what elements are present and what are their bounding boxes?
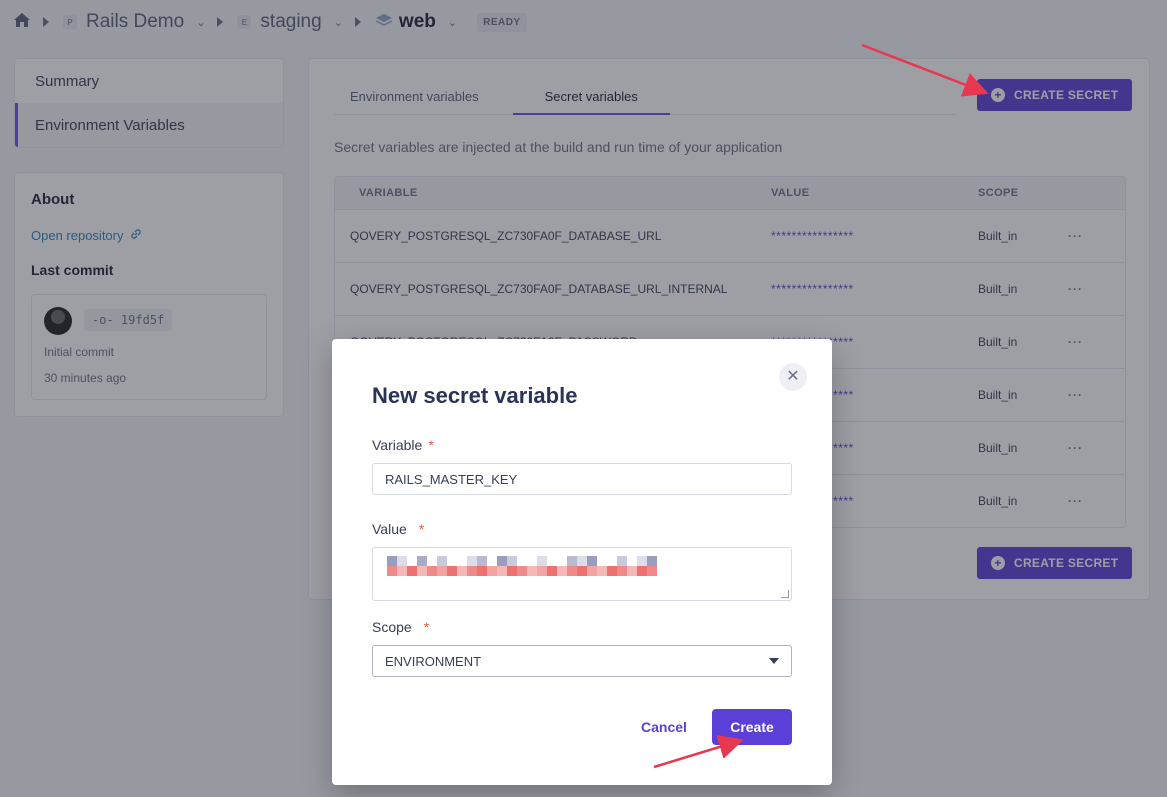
variable-name-input[interactable]: RAILS_MASTER_KEY (372, 463, 792, 495)
resize-handle-icon[interactable] (781, 590, 789, 598)
scope-field-label: Scope * (372, 619, 429, 635)
caret-down-icon (769, 658, 779, 664)
secret-value-textarea[interactable] (372, 547, 792, 601)
value-field-label: Value * (372, 521, 424, 537)
value-label-text: Value (372, 521, 407, 537)
redacted-value-row (387, 556, 657, 566)
create-button[interactable]: Create (712, 709, 792, 745)
scope-label-text: Scope (372, 619, 412, 635)
variable-label-text: Variable (372, 437, 423, 453)
required-marker: * (428, 437, 434, 453)
close-icon[interactable]: ✕ (779, 363, 807, 391)
variable-field-label: Variable * (372, 437, 434, 453)
modal-title: New secret variable (372, 383, 578, 408)
scope-select[interactable]: ENVIRONMENT (372, 645, 792, 677)
cancel-button[interactable]: Cancel (641, 709, 687, 745)
new-secret-modal: New secret variable ✕ Variable * RAILS_MA… (332, 339, 832, 785)
required-marker: * (423, 619, 430, 635)
scope-selected-value: ENVIRONMENT (385, 653, 482, 669)
redacted-value-row (387, 566, 657, 576)
required-marker: * (418, 521, 425, 537)
